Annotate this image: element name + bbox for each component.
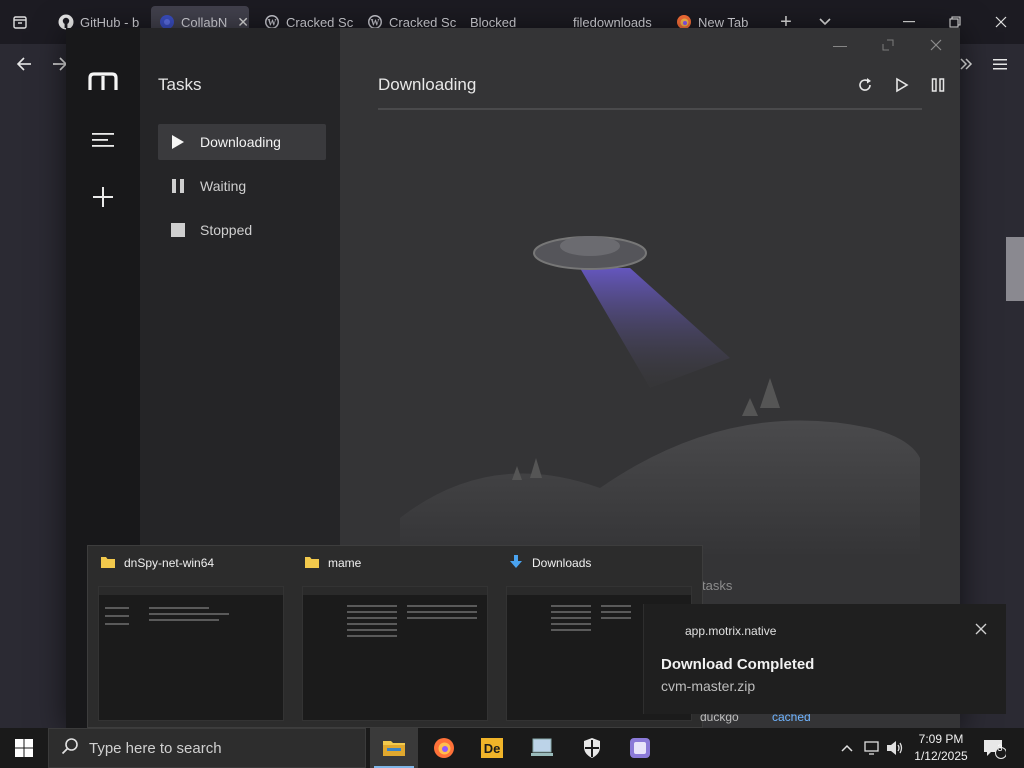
windows-taskbar: Type here to search De 7:09 PM 1/12/2025… <box>0 728 1024 768</box>
thumbnail-dnspy[interactable]: dnSpy-net-win64 <box>88 546 292 729</box>
svg-text:W: W <box>371 18 380 28</box>
refresh-icon[interactable] <box>854 74 876 96</box>
volume-icon[interactable] <box>884 728 906 768</box>
nav-label: Waiting <box>200 178 247 194</box>
motrix-minimize-icon[interactable]: — <box>828 34 852 56</box>
thumbnail-title: Downloads <box>532 556 592 570</box>
taskbar-clock[interactable]: 7:09 PM 1/12/2025 <box>906 731 976 765</box>
download-folder-icon <box>508 554 524 573</box>
play-icon <box>170 134 186 150</box>
empty-tasks-text: tasks <box>702 578 733 593</box>
empty-ufo-illustration <box>400 236 920 558</box>
shield-icon[interactable] <box>568 728 616 768</box>
resume-all-icon[interactable] <box>891 74 913 96</box>
clock-time: 7:09 PM <box>918 732 964 746</box>
toast-title: Download Completed <box>661 656 815 673</box>
stop-icon <box>170 222 186 238</box>
toast-app-name: app.motrix.native <box>685 624 777 638</box>
nav-downloading[interactable]: Downloading <box>158 124 326 160</box>
tray-chevron-up-icon[interactable] <box>836 728 858 768</box>
close-window-icon[interactable] <box>987 8 1015 36</box>
svg-text:W: W <box>268 18 277 28</box>
toast-close-icon[interactable] <box>972 620 990 638</box>
tab-overview-icon[interactable] <box>6 8 34 36</box>
notifications-icon[interactable]: 3 <box>980 728 1008 768</box>
motrix-maximize-icon[interactable] <box>876 34 900 56</box>
page-title: Downloading <box>378 75 477 94</box>
deluge-app-icon[interactable]: De <box>468 728 516 768</box>
network-monitor-icon[interactable] <box>518 728 566 768</box>
add-task-icon[interactable] <box>90 184 116 210</box>
firefox-taskbar-icon[interactable] <box>420 728 468 768</box>
folder-icon <box>304 554 320 573</box>
app-purple-icon[interactable] <box>616 728 664 768</box>
scrollbar-thumb[interactable] <box>1006 237 1024 301</box>
download-complete-toast[interactable]: app.motrix.native Download Completed cvm… <box>643 604 1006 714</box>
thumbnail-title: dnSpy-net-win64 <box>124 556 215 570</box>
tasks-heading: Tasks <box>158 75 202 94</box>
file-explorer-icon[interactable] <box>370 728 418 768</box>
toast-body: cvm-master.zip <box>661 678 756 694</box>
motrix-logo-icon <box>88 72 118 90</box>
svg-text:De: De <box>484 741 501 756</box>
menu-lines-icon[interactable] <box>92 132 114 148</box>
nav-waiting[interactable]: Waiting <box>158 168 326 204</box>
pause-all-icon[interactable] <box>927 74 949 96</box>
nav-stopped[interactable]: Stopped <box>158 212 326 248</box>
taskbar-search-box[interactable]: Type here to search <box>48 728 366 768</box>
clock-date: 1/12/2025 <box>914 749 968 763</box>
page-scrollbar[interactable] <box>1006 84 1024 728</box>
motrix-close-icon[interactable] <box>924 34 948 56</box>
notification-count: 3 <box>997 743 1003 753</box>
windows-start-icon[interactable] <box>0 728 48 768</box>
hamburger-menu-icon[interactable] <box>986 50 1014 78</box>
search-icon <box>61 737 79 760</box>
title-divider <box>378 108 922 110</box>
pause-icon <box>170 178 186 194</box>
thumbnail-mame[interactable]: mame <box>292 546 496 729</box>
thumbnail-title: mame <box>328 556 362 570</box>
back-arrow-icon[interactable] <box>10 50 38 78</box>
search-placeholder: Type here to search <box>89 739 222 757</box>
taskbar-thumbnail-previews: dnSpy-net-win64 mame Downloads <box>87 545 703 728</box>
nav-label: Stopped <box>200 222 253 238</box>
network-icon[interactable] <box>860 728 884 768</box>
folder-icon <box>100 554 116 573</box>
nav-label: Downloading <box>200 134 281 150</box>
thumbnail-preview <box>302 586 488 721</box>
thumbnail-preview <box>98 586 284 721</box>
